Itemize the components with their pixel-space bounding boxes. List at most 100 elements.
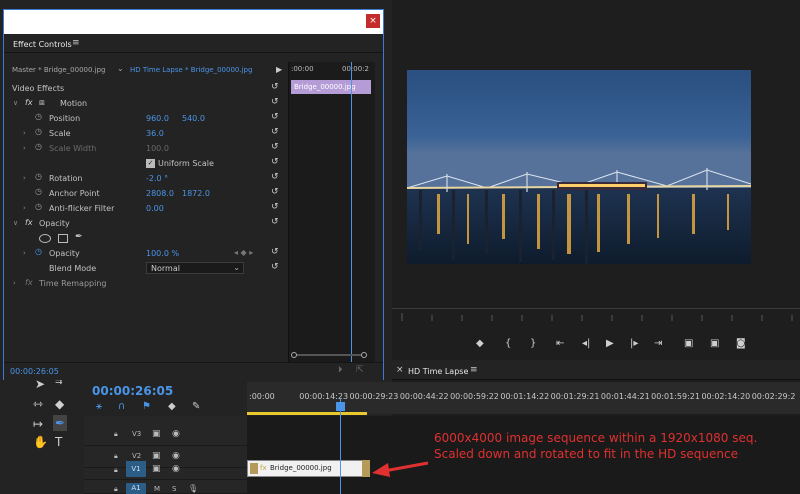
lock-icon[interactable]: 🔒︎ bbox=[114, 466, 118, 475]
twirl-closed-icon[interactable]: › bbox=[23, 129, 26, 137]
time-remapping-row[interactable]: › fx Time Remapping bbox=[4, 277, 287, 292]
zoom-scrollbar[interactable] bbox=[297, 354, 361, 356]
zoom-handle-right[interactable] bbox=[361, 352, 367, 358]
window-title-bar[interactable]: × bbox=[4, 10, 383, 34]
timeline-current-time[interactable]: 00:00:26:05 bbox=[92, 384, 173, 398]
solo-button[interactable]: S bbox=[172, 485, 176, 493]
program-ruler[interactable] bbox=[392, 308, 800, 324]
sync-icon[interactable]: ▣ bbox=[152, 429, 161, 439]
hand-tool-icon[interactable]: ✋ bbox=[33, 435, 48, 449]
motion-row[interactable]: ∨ fx ⧈ Motion ↺ bbox=[4, 97, 287, 112]
expand-arrow-icon[interactable]: ▶ bbox=[276, 65, 282, 74]
twirl-open-icon[interactable]: ∨ bbox=[13, 219, 18, 227]
twirl-closed-icon[interactable]: › bbox=[13, 279, 16, 287]
snap-icon[interactable]: ∩ bbox=[118, 401, 125, 412]
reset-icon[interactable]: ↺ bbox=[271, 157, 279, 167]
stopwatch-icon[interactable]: ◷ bbox=[35, 127, 42, 136]
timeline-clip[interactable]: fx Bridge_00000.jpg bbox=[247, 460, 367, 477]
track-target-v1[interactable]: V1 bbox=[126, 461, 146, 477]
mute-button[interactable]: M bbox=[154, 485, 160, 493]
type-tool-icon[interactable]: T bbox=[55, 435, 62, 449]
play-icon[interactable]: ▶ bbox=[606, 338, 614, 349]
razor-tool-icon[interactable]: ◆ bbox=[55, 397, 64, 411]
mark-out-icon[interactable]: } bbox=[530, 338, 536, 349]
opacity-value[interactable]: 100.0 % bbox=[146, 249, 179, 258]
stopwatch-icon[interactable]: ◷ bbox=[35, 172, 42, 181]
lift-icon[interactable]: ▣ bbox=[684, 338, 693, 349]
mark-in-icon[interactable]: { bbox=[505, 338, 511, 349]
scale-value[interactable]: 36.0 bbox=[146, 129, 164, 138]
step-back-icon[interactable]: ◂| bbox=[582, 338, 590, 349]
tab-hd-time-lapse[interactable]: HD Time Lapse bbox=[408, 367, 468, 376]
footer-timecode[interactable]: 00:00:26:05 bbox=[10, 367, 59, 376]
go-to-out-icon[interactable]: ⇥ bbox=[654, 338, 662, 349]
linked-selection-icon[interactable]: ⚑ bbox=[142, 401, 151, 412]
rotation-value[interactable]: -2.0 ° bbox=[146, 174, 168, 183]
reset-icon[interactable]: ↺ bbox=[271, 82, 279, 92]
ellipse-mask-icon[interactable] bbox=[39, 234, 51, 243]
stopwatch-icon[interactable]: ◷ bbox=[35, 112, 42, 121]
hamburger-icon[interactable]: ≡ bbox=[72, 38, 80, 48]
track-target-a1[interactable]: A1 bbox=[126, 483, 146, 494]
twirl-closed-icon[interactable]: › bbox=[23, 174, 26, 182]
wrench-icon[interactable]: ✎ bbox=[192, 401, 200, 412]
blend-mode-select[interactable]: Normal ⌄ bbox=[146, 262, 244, 274]
close-tab-icon[interactable]: × bbox=[396, 365, 404, 375]
lock-icon[interactable]: 🔒︎ bbox=[114, 430, 118, 439]
reset-icon[interactable]: ↺ bbox=[271, 172, 279, 182]
stopwatch-icon[interactable]: ◷ bbox=[35, 247, 42, 256]
fx-icon[interactable]: fx bbox=[25, 98, 33, 107]
uniform-scale-checkbox[interactable]: ✓ bbox=[146, 159, 155, 168]
add-marker-icon[interactable]: ◆ bbox=[476, 338, 484, 349]
effect-controls-mini-timeline[interactable]: :00:00 00:00:2 Bridge_00000.jpg bbox=[288, 62, 375, 362]
reset-icon[interactable]: ↺ bbox=[271, 142, 279, 152]
slip-tool-icon[interactable]: ↦ bbox=[33, 417, 43, 431]
chevron-down-icon[interactable]: ⌄ bbox=[117, 64, 124, 73]
reset-icon[interactable]: ↺ bbox=[271, 112, 279, 122]
rectangle-mask-icon[interactable] bbox=[58, 234, 68, 243]
reset-icon[interactable]: ↺ bbox=[271, 217, 279, 227]
source-master[interactable]: Master * Bridge_00000.jpg bbox=[12, 66, 106, 74]
marker-icon[interactable]: ◆ bbox=[168, 401, 176, 412]
stopwatch-icon[interactable]: ◷ bbox=[35, 187, 42, 196]
keyframe-nav-icon[interactable]: ◂ ◆ ▸ bbox=[234, 248, 253, 257]
close-icon[interactable]: × bbox=[366, 14, 380, 28]
mini-playhead[interactable] bbox=[351, 62, 352, 362]
pen-mask-icon[interactable]: ✒ bbox=[75, 232, 83, 242]
reset-icon[interactable]: ↺ bbox=[271, 97, 279, 107]
step-forward-icon[interactable]: |▸ bbox=[630, 338, 638, 349]
sync-icon[interactable]: ▣ bbox=[152, 464, 161, 474]
pen-tool-icon[interactable]: ✒ bbox=[53, 415, 68, 431]
work-area-bar[interactable] bbox=[247, 412, 367, 415]
hamburger-icon[interactable]: ≡ bbox=[470, 365, 478, 375]
position-y-value[interactable]: 540.0 bbox=[182, 114, 205, 123]
lock-icon[interactable]: 🔒︎ bbox=[114, 485, 118, 494]
reset-icon[interactable]: ↺ bbox=[271, 262, 279, 272]
twirl-open-icon[interactable]: ∨ bbox=[13, 99, 18, 107]
stopwatch-icon[interactable]: ◷ bbox=[35, 202, 42, 211]
extract-icon[interactable]: ▣ bbox=[710, 338, 719, 349]
nest-icon[interactable]: ⚹ bbox=[96, 401, 102, 412]
fx-icon[interactable]: fx bbox=[25, 218, 33, 227]
eye-icon[interactable]: ◉ bbox=[172, 464, 180, 474]
go-to-in-icon[interactable]: ⇤ bbox=[556, 338, 564, 349]
twirl-closed-icon[interactable]: › bbox=[23, 204, 26, 212]
anchor-x-value[interactable]: 2808.0 bbox=[146, 189, 174, 198]
reset-icon[interactable]: ↺ bbox=[271, 127, 279, 137]
source-sequence[interactable]: HD Time Lapse * Bridge_00000.jpg bbox=[130, 66, 252, 74]
panel-title[interactable]: Effect Controls bbox=[13, 40, 72, 49]
ripple-edit-tool-icon[interactable]: ⇿ bbox=[33, 397, 43, 411]
timeline-ruler[interactable]: :00:00 00:00:14:23 00:00:29:23 00:00:44:22 0… bbox=[247, 382, 800, 414]
mini-clip[interactable]: Bridge_00000.jpg bbox=[291, 80, 371, 94]
eye-icon[interactable]: ◉ bbox=[172, 429, 180, 439]
anchor-y-value[interactable]: 1872.0 bbox=[182, 189, 210, 198]
twirl-closed-icon[interactable]: › bbox=[23, 249, 26, 257]
anti-flicker-value[interactable]: 0.00 bbox=[146, 204, 164, 213]
filter-icon[interactable]: ⏵ bbox=[338, 365, 343, 375]
export-icon[interactable]: ⇱ bbox=[356, 365, 364, 375]
export-frame-icon[interactable]: ◙ bbox=[736, 338, 746, 349]
opacity-section-row[interactable]: ∨ fx Opacity ↺ bbox=[4, 217, 287, 232]
reset-icon[interactable]: ↺ bbox=[271, 202, 279, 212]
position-x-value[interactable]: 960.0 bbox=[146, 114, 169, 123]
mic-icon[interactable]: 🎙︎ bbox=[188, 484, 198, 493]
